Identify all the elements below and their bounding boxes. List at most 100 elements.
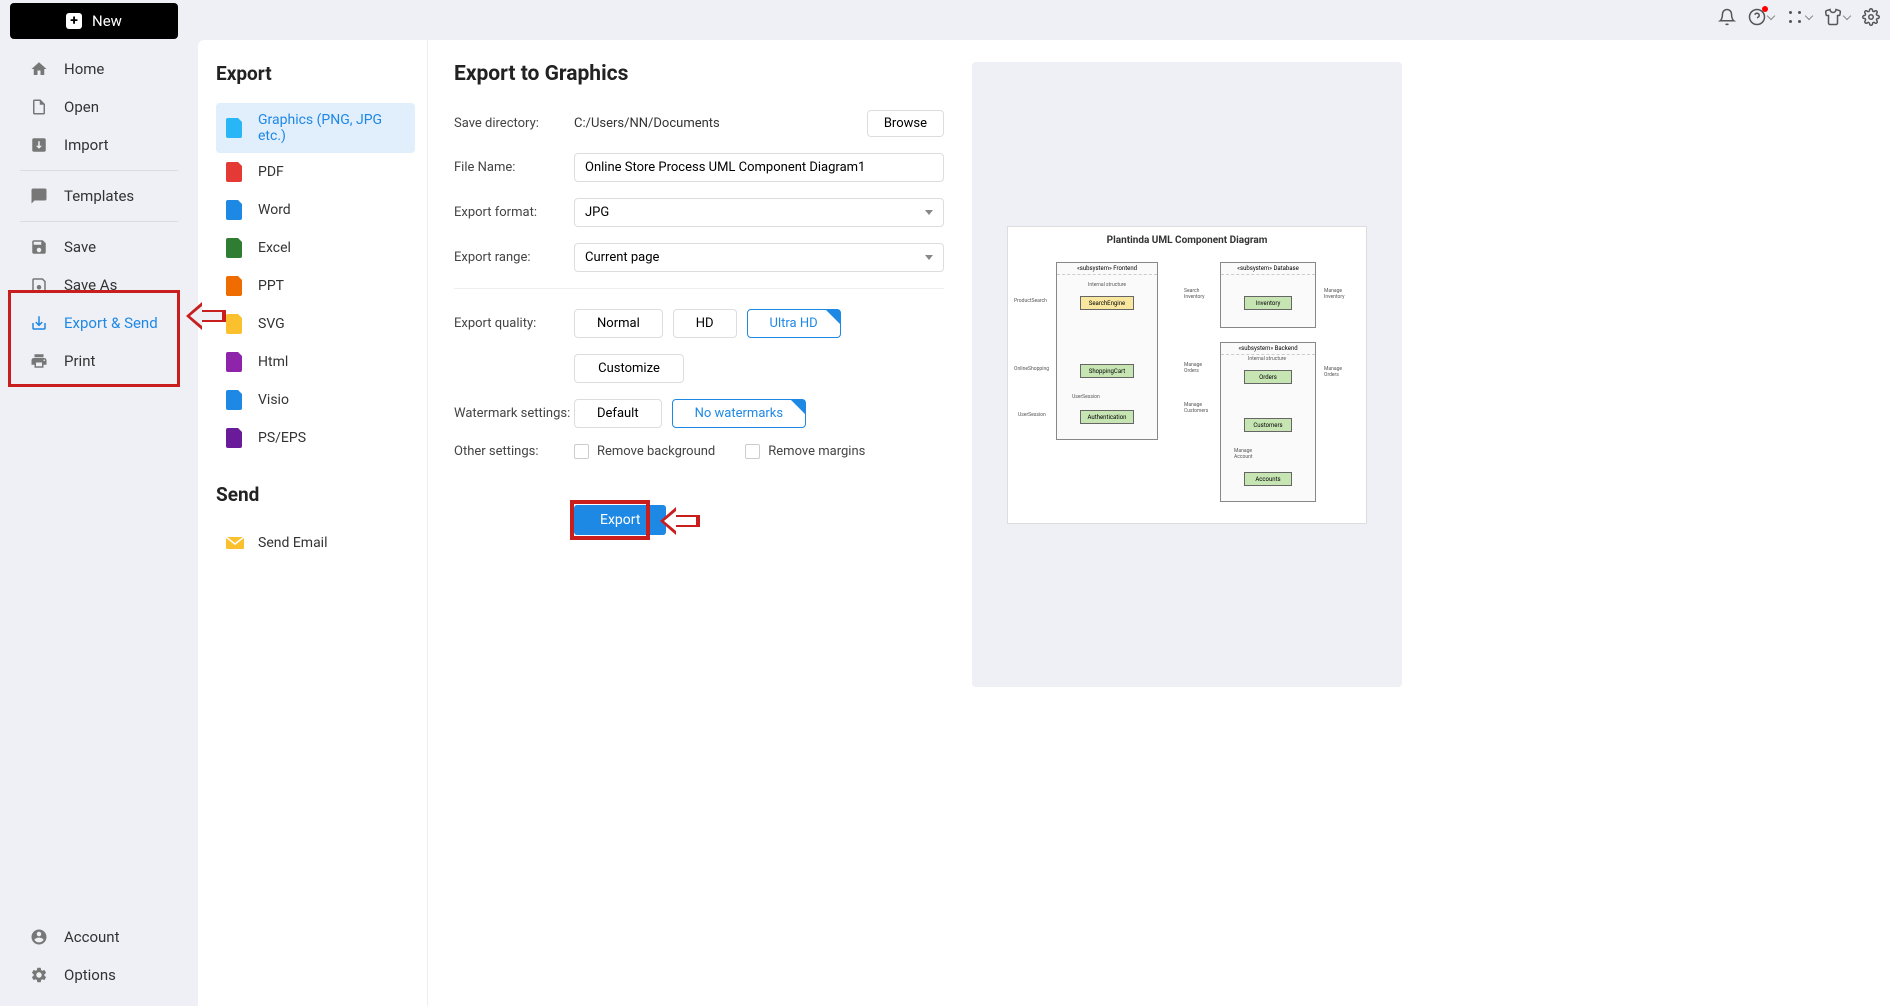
export-label: PDF xyxy=(258,164,284,180)
sidebar-label: Save As xyxy=(64,276,117,294)
export-label: Html xyxy=(258,354,288,370)
notification-icon[interactable] xyxy=(1718,8,1736,26)
caret-down-icon xyxy=(925,255,933,260)
ppt-file-icon xyxy=(226,276,244,296)
save-dir-value: C:/Users/NN/Documents xyxy=(574,116,720,131)
port-label: Manage Customers xyxy=(1184,402,1214,414)
sidebar-label: Print xyxy=(64,352,95,370)
file-name-input[interactable] xyxy=(574,153,944,182)
remove-bg-checkbox[interactable]: Remove background xyxy=(574,444,715,459)
send-label: Send Email xyxy=(258,535,328,551)
sidebar-label: Account xyxy=(64,928,120,946)
save-icon xyxy=(30,238,48,256)
divider xyxy=(20,170,178,171)
subsystem-label: «subsystem» Frontend xyxy=(1057,263,1157,275)
sidebar-bottom: Account Options xyxy=(0,918,198,994)
export-item-pdf[interactable]: PDF xyxy=(216,153,415,191)
ps-file-icon xyxy=(226,428,244,448)
remove-margins-checkbox[interactable]: Remove margins xyxy=(745,444,865,459)
export-item-graphics[interactable]: Graphics (PNG, JPG etc.) xyxy=(216,103,415,153)
browse-button[interactable]: Browse xyxy=(867,110,944,137)
export-item-word[interactable]: Word xyxy=(216,191,415,229)
new-button[interactable]: + New xyxy=(10,3,178,39)
apps-icon xyxy=(1786,8,1804,26)
svg-file-icon xyxy=(226,314,244,334)
format-select[interactable]: JPG xyxy=(574,198,944,227)
sidebar-item-open[interactable]: Open xyxy=(0,88,198,126)
sidebar-label: Home xyxy=(64,60,104,78)
component-shoppingcart: ShoppingCart xyxy=(1080,364,1134,378)
sidebar-item-home[interactable]: Home xyxy=(0,50,198,88)
export-item-visio[interactable]: Visio xyxy=(216,381,415,419)
format-label: Export format: xyxy=(454,205,574,220)
customize-button[interactable]: Customize xyxy=(574,354,684,383)
sidebar-item-account[interactable]: Account xyxy=(0,918,198,956)
subsystem-label: «subsystem» Backend xyxy=(1221,343,1315,355)
port-label: Manage Account xyxy=(1234,448,1264,460)
range-select[interactable]: Current page xyxy=(574,243,944,272)
apps-dropdown[interactable] xyxy=(1786,8,1812,26)
subsystem-label: «subsystem» Database xyxy=(1221,263,1315,275)
sidebar-item-export-send[interactable]: Export & Send xyxy=(0,304,198,342)
help-dropdown[interactable] xyxy=(1748,8,1774,26)
email-icon xyxy=(226,533,244,553)
export-button[interactable]: Export xyxy=(574,505,666,535)
watermark-none[interactable]: No watermarks xyxy=(672,399,806,428)
sidebar-item-save-as[interactable]: Save As xyxy=(0,266,198,304)
home-icon xyxy=(30,60,48,78)
watermark-default[interactable]: Default xyxy=(574,399,662,428)
port-label: Internal structure xyxy=(1088,282,1126,288)
quality-ultra-hd[interactable]: Ultra HD xyxy=(747,309,841,338)
settings-icon[interactable] xyxy=(1862,8,1880,26)
watermark-row: Watermark settings: Default No watermark… xyxy=(454,399,944,428)
export-item-ps[interactable]: PS/EPS xyxy=(216,419,415,457)
component-orders: Orders xyxy=(1244,370,1292,384)
sidebar-item-import[interactable]: Import xyxy=(0,126,198,164)
visio-file-icon xyxy=(226,390,244,410)
port-label: OnlineShopping xyxy=(1014,366,1049,372)
selected-corner-icon xyxy=(826,310,840,324)
checkbox-icon xyxy=(745,444,760,459)
quality-label: Export quality: xyxy=(454,316,574,331)
component-customers: Customers xyxy=(1244,418,1292,432)
help-icon xyxy=(1748,8,1766,26)
send-item-email[interactable]: Send Email xyxy=(216,524,415,562)
quality-normal[interactable]: Normal xyxy=(574,309,663,338)
format-row: Export format: JPG xyxy=(454,198,944,227)
quality-options: Normal HD Ultra HD xyxy=(574,309,841,338)
export-item-html[interactable]: Html xyxy=(216,343,415,381)
account-icon xyxy=(30,928,48,946)
sidebar-label: Open xyxy=(64,98,99,116)
export-label: PPT xyxy=(258,278,284,294)
export-item-svg[interactable]: SVG xyxy=(216,305,415,343)
sidebar-item-options[interactable]: Options xyxy=(0,956,198,994)
word-file-icon xyxy=(226,200,244,220)
subsystem-database: «subsystem» Database xyxy=(1220,262,1316,328)
export-label: Excel xyxy=(258,240,291,256)
component-inventory: Inventory xyxy=(1244,296,1292,310)
file-name-label: File Name: xyxy=(454,160,574,175)
excel-file-icon xyxy=(226,238,244,258)
pdf-file-icon xyxy=(226,162,244,182)
quality-hd[interactable]: HD xyxy=(673,309,737,338)
component-authentication: Authentication xyxy=(1080,410,1134,424)
sidebar-item-print[interactable]: Print xyxy=(0,342,198,380)
component-accounts: Accounts xyxy=(1244,472,1292,486)
export-icon xyxy=(30,314,48,332)
sidebar-label: Options xyxy=(64,966,116,984)
remove-margins-label: Remove margins xyxy=(768,444,865,459)
theme-dropdown[interactable] xyxy=(1824,8,1850,26)
export-item-ppt[interactable]: PPT xyxy=(216,267,415,305)
sidebar-item-templates[interactable]: Templates xyxy=(0,177,198,215)
print-icon xyxy=(30,352,48,370)
sidebar-label: Save xyxy=(64,238,96,256)
export-item-excel[interactable]: Excel xyxy=(216,229,415,267)
uml-diagram: «subsystem» Frontend «subsystem» Databas… xyxy=(1008,246,1366,516)
form-area: Export to Graphics Save directory: C:/Us… xyxy=(454,62,944,984)
preview-box: Plantinda UML Component Diagram «subsyst… xyxy=(1007,226,1367,524)
sidebar-item-save[interactable]: Save xyxy=(0,228,198,266)
port-label: UserSession xyxy=(1072,394,1100,400)
save-as-icon xyxy=(30,276,48,294)
preview-area: Plantinda UML Component Diagram «subsyst… xyxy=(972,62,1402,687)
sidebar: Home Open Import Templates Save Save As … xyxy=(0,50,198,1006)
